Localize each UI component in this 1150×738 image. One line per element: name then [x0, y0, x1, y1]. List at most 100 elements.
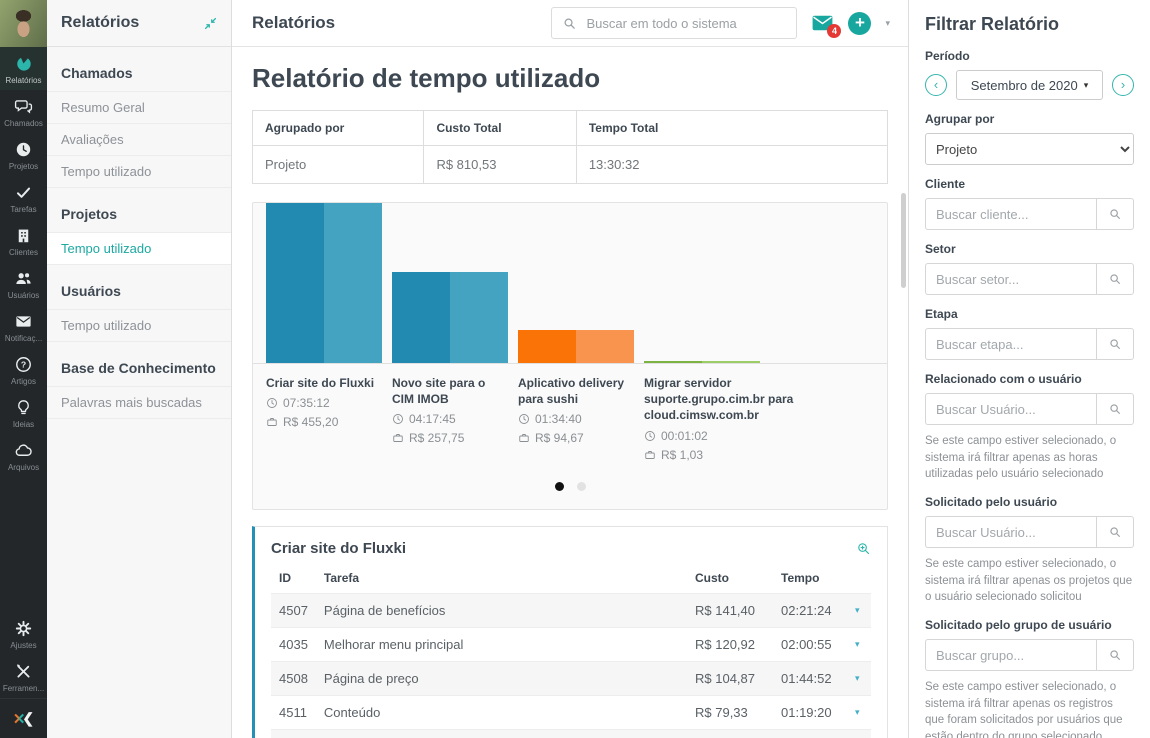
user-avatar[interactable]	[0, 0, 47, 47]
filter-search-input[interactable]	[925, 639, 1096, 672]
chat-icon	[14, 96, 34, 116]
row-expand-caret-icon[interactable]: ▾	[847, 660, 871, 696]
rail-item-ideias[interactable]: Ideias	[0, 391, 47, 434]
rail-item-usurios[interactable]: Usuários	[0, 262, 47, 305]
chart-column: Novo site para o CIM IMOB 04:17:45 R$ 25…	[392, 203, 518, 462]
carousel-dot[interactable]	[576, 481, 586, 491]
question-icon: ?	[14, 354, 34, 374]
task-name: Página de preço	[315, 660, 687, 696]
vertical-scrollbar[interactable]	[901, 193, 906, 288]
task-id: 4507	[271, 592, 316, 628]
zoom-detail-icon[interactable]	[856, 541, 871, 556]
filter-search-input[interactable]	[925, 198, 1096, 230]
report-title: Relatório de tempo utilizado	[252, 63, 601, 93]
rail-item-arquivos[interactable]: Arquivos	[0, 434, 47, 477]
chart-bar[interactable]	[392, 272, 508, 363]
filter-search-input[interactable]	[925, 328, 1096, 360]
filter-field: Etapa	[925, 307, 1134, 360]
table-row[interactable]: 4511 Conteúdo R$ 79,33 01:19:20 ▾	[271, 694, 871, 730]
task-cost: R$ 79,33	[687, 694, 773, 730]
filter-search-button[interactable]	[1096, 328, 1134, 360]
sidebar-section: Projetos Tempo utilizado	[47, 202, 231, 265]
row-expand-caret-icon[interactable]: ▾	[847, 592, 871, 628]
detail-header: Tempo	[781, 570, 820, 585]
row-expand-caret-icon[interactable]: ▾	[847, 626, 871, 662]
rail-item-relatrios[interactable]: Relatórios	[0, 47, 47, 90]
rail-item-ferramen[interactable]: Ferramen...	[0, 655, 47, 698]
chart-bar-label: Novo site para o CIM IMOB	[392, 376, 486, 407]
task-name: Conteúdo	[315, 694, 687, 730]
period-selector[interactable]: Setembro de 2020 ▾	[956, 70, 1103, 100]
table-row[interactable]: 4493 Melhorar imagem do relatório (agrup…	[271, 728, 871, 738]
detail-card-title: Criar site do Fluxki	[271, 539, 407, 557]
filter-fields: Cliente Setor Etapa Relacionado com o us…	[925, 177, 1134, 738]
period-caret-icon: ▾	[1083, 79, 1089, 90]
add-new-button[interactable]: +	[848, 11, 872, 35]
chart-bar-label: Migrar servidor suporte.grupo.cim.br par…	[644, 376, 794, 423]
row-expand-caret-icon[interactable]: ▾	[847, 694, 871, 730]
filter-field: Solicitado pelo usuário Se este campo es…	[925, 495, 1134, 606]
chart-bar[interactable]	[266, 203, 382, 363]
filter-search-button[interactable]	[1096, 393, 1134, 425]
sidebar-item[interactable]: Tempo utilizado	[47, 232, 231, 265]
global-search[interactable]	[551, 7, 798, 39]
search-icon	[1110, 339, 1120, 349]
add-dropdown-caret-icon[interactable]: ▾	[885, 18, 890, 29]
summary-table: Agrupado por Custo Total Tempo Total Proje…	[251, 110, 889, 184]
filter-search-input[interactable]	[925, 393, 1096, 425]
notifications-mail-icon[interactable]: 4	[811, 14, 842, 38]
filter-field-label: Cliente	[925, 177, 966, 191]
rail-item-projetos[interactable]: Projetos	[0, 133, 47, 176]
users-icon	[14, 268, 34, 288]
check-icon	[14, 182, 34, 202]
rail-item-chamados[interactable]: Chamados	[0, 90, 47, 133]
rail-item-artigos[interactable]: ? Artigos	[0, 348, 47, 391]
filter-search-button[interactable]	[1096, 516, 1134, 549]
filter-search-button[interactable]	[1096, 639, 1134, 672]
previous-month-button[interactable]: ‹	[925, 74, 947, 96]
sidebar-item[interactable]: Tempo utilizado	[47, 156, 231, 188]
next-month-button[interactable]: ›	[1112, 74, 1134, 96]
chart-column: Criar site do Fluxki 07:35:12 R$ 455,20	[266, 203, 392, 462]
sidebar-item[interactable]: Avaliações	[47, 124, 231, 156]
filter-field: Solicitado pelo grupo de usuário Se este…	[925, 618, 1134, 738]
rail-item-tarefas[interactable]: Tarefas	[0, 176, 47, 219]
chart-bar-time: 07:35:12	[283, 396, 330, 411]
carousel-dot[interactable]	[554, 481, 564, 491]
sidebar-section-heading: Projetos	[61, 206, 118, 222]
table-row[interactable]: 4508 Página de preço R$ 104,87 01:44:52 …	[271, 660, 871, 696]
rail-item-ajustes[interactable]: Ajustes	[0, 612, 47, 655]
pie-chart-icon	[14, 53, 34, 73]
detail-header: ID	[279, 570, 291, 585]
task-cost: R$ 141,40	[687, 592, 773, 628]
summary-value: Projeto	[251, 145, 425, 184]
table-row[interactable]: 4035 Melhorar menu principal R$ 120,92 0…	[271, 626, 871, 662]
rail-item-clientes[interactable]: Clientes	[0, 219, 47, 262]
filter-search-button[interactable]	[1096, 198, 1134, 230]
mail-badge: 4	[827, 24, 842, 38]
periodo-label: Período	[925, 49, 970, 63]
row-expand-caret-icon[interactable]: ▾	[847, 728, 871, 738]
chart-bar-cost: R$ 455,20	[283, 415, 339, 430]
agrupar-select[interactable]: Projeto	[925, 133, 1134, 165]
filter-search-input[interactable]	[925, 516, 1096, 549]
chart-bar[interactable]	[518, 330, 634, 363]
top-bar: Relatórios 4 + ▾	[232, 0, 908, 47]
global-search-input[interactable]	[586, 15, 787, 31]
detail-header: Tarefa	[323, 570, 360, 585]
sidebar-section-heading: Base de Conhecimento	[61, 360, 216, 376]
filter-field-label: Solicitado pelo grupo de usuário	[925, 618, 1112, 633]
sidebar-item[interactable]: Resumo Geral	[47, 91, 231, 124]
filter-field-label: Relacionado com o usuário	[925, 372, 1082, 386]
sidebar-title: Relatórios	[61, 14, 140, 31]
filter-search-button[interactable]	[1096, 263, 1134, 295]
sidebar-item[interactable]: Palavras mais buscadas	[47, 386, 231, 419]
cloud-icon	[14, 440, 34, 460]
sidebar-item[interactable]: Tempo utilizado	[47, 309, 231, 342]
collapse-sidebar-icon[interactable]	[204, 17, 217, 30]
rail-item-notifica[interactable]: Notificaç...	[0, 305, 47, 348]
table-row[interactable]: 4507 Página de benefícios R$ 141,40 02:2…	[271, 592, 871, 628]
filter-search-input[interactable]	[925, 263, 1096, 295]
carousel-dots	[253, 481, 887, 491]
sidebar-section-heading: Usuários	[61, 283, 121, 299]
